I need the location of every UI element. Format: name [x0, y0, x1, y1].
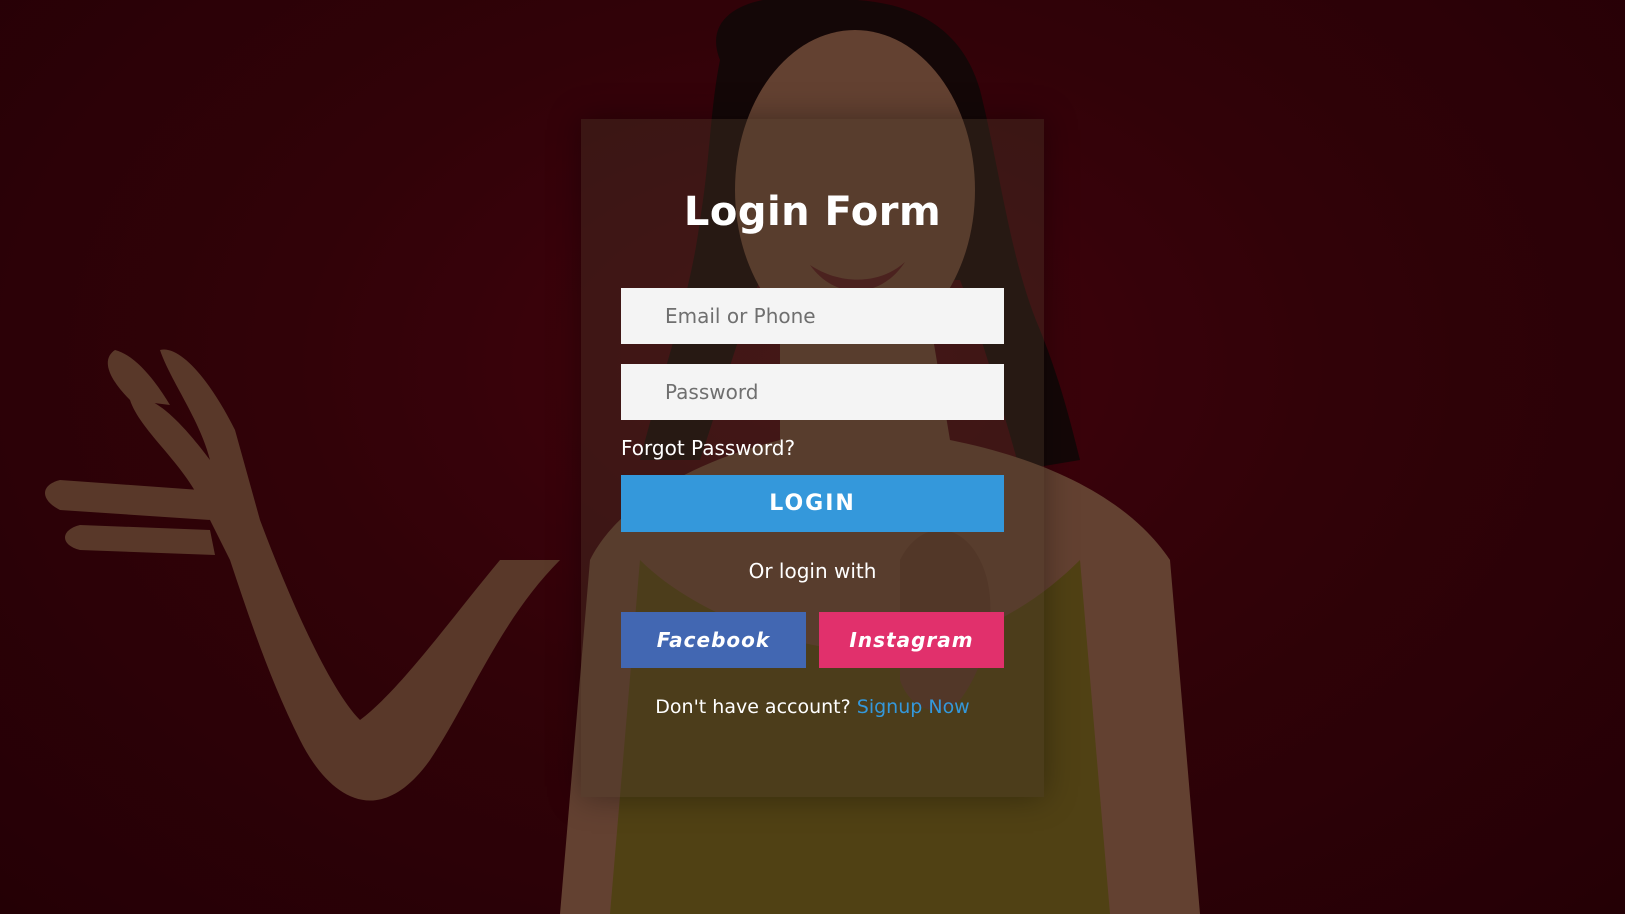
forgot-password-link[interactable]: Forgot Password? — [621, 436, 795, 460]
facebook-login-button[interactable]: Facebook — [621, 612, 806, 668]
instagram-login-button[interactable]: Instagram — [819, 612, 1004, 668]
login-button[interactable]: LOGIN — [621, 475, 1004, 532]
or-login-with-text: Or login with — [748, 559, 877, 583]
signup-link[interactable]: Signup Now — [857, 696, 970, 718]
email-input[interactable] — [621, 288, 1004, 344]
signup-prompt: Don't have account? — [655, 696, 851, 718]
signup-row: Don't have account? Signup Now — [581, 696, 1044, 718]
form-title: Login Form — [683, 189, 942, 235]
login-card: Login Form Forgot Password? LOGIN Or log… — [581, 119, 1044, 797]
password-input[interactable] — [621, 364, 1004, 420]
